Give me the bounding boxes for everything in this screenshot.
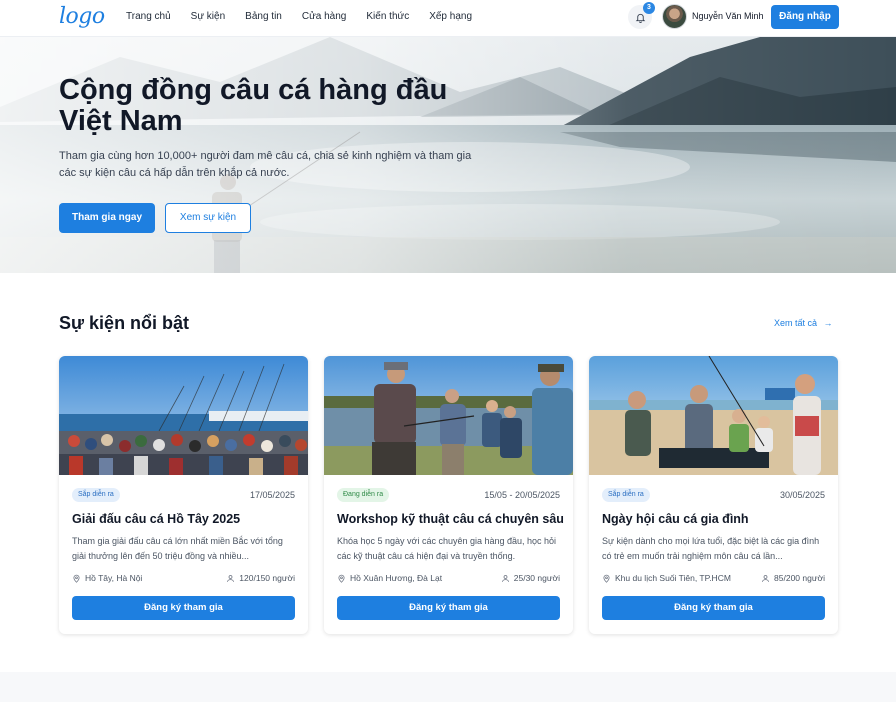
- menu-item-home[interactable]: Trang chủ: [126, 11, 171, 22]
- event-description: Khóa học 5 ngày với các chuyên gia hàng …: [337, 536, 557, 561]
- event-participants: 85/200 người: [761, 573, 825, 583]
- notification-badge: 3: [643, 2, 655, 14]
- section-title: Sự kiện nổi bật: [59, 313, 190, 333]
- hero-title: Cộng đồng câu cá hàng đầu Việt Nam: [59, 74, 448, 137]
- hero-banner: Cộng đồng câu cá hàng đầu Việt Nam Tham …: [0, 37, 896, 273]
- event-location: Hồ Xuân Hương, Đà Lạt: [337, 573, 442, 583]
- event-date: 30/05/2025: [779, 490, 825, 500]
- status-badge: Đang diễn ra: [337, 488, 390, 502]
- participants-text: 120/150 người: [239, 573, 295, 583]
- workshop-image: [324, 356, 573, 475]
- event-card[interactable]: Đang diễn ra 15/05 - 20/05/2025 Workshop…: [324, 356, 573, 634]
- event-date: 17/05/2025: [249, 490, 295, 500]
- site-logo[interactable]: logo: [59, 4, 105, 29]
- event-title[interactable]: Ngày hội câu cá gia đình: [602, 512, 749, 526]
- location-pin-icon: [603, 574, 610, 583]
- menu-item-feed[interactable]: Bảng tin: [245, 11, 282, 22]
- status-badge: Sắp diễn ra: [72, 488, 120, 502]
- event-image: [324, 356, 573, 475]
- user-name[interactable]: Nguyễn Văn Minh: [692, 11, 764, 21]
- footer-band: [0, 672, 896, 702]
- participants-text: 25/30 người: [513, 573, 560, 583]
- location-text: Khu du lịch Suối Tiên, TP.HCM: [615, 573, 731, 583]
- event-title[interactable]: Giải đấu câu cá Hồ Tây 2025: [72, 512, 240, 526]
- hero-subtitle: Tham gia cùng hơn 10,000+ người đam mê c…: [59, 150, 472, 179]
- event-image: [589, 356, 838, 475]
- event-description: Tham gia giải đấu câu cá lớn nhất miền B…: [72, 536, 283, 561]
- event-description: Sự kiện dành cho mọi lứa tuổi, đặc biệt …: [602, 536, 820, 561]
- event-card[interactable]: Sắp diễn ra 17/05/2025 Giải đấu câu cá H…: [59, 356, 308, 634]
- see-all-label: Xem tất cả: [774, 318, 818, 328]
- bell-icon: [635, 13, 645, 23]
- location-text: Hồ Xuân Hương, Đà Lạt: [350, 573, 443, 583]
- menu-item-shop[interactable]: Cửa hàng: [302, 11, 347, 22]
- menu-item-knowledge[interactable]: Kiến thức: [366, 11, 409, 22]
- see-all-link[interactable]: Xem tất cả →: [774, 318, 833, 328]
- status-badge: Sắp diễn ra: [602, 488, 650, 502]
- register-button[interactable]: Đăng ký tham gia: [602, 596, 825, 620]
- event-date: 15/05 - 20/05/2025: [484, 490, 560, 500]
- event-participants: 25/30 người: [501, 573, 560, 583]
- user-avatar[interactable]: [662, 4, 687, 29]
- event-image: [59, 356, 308, 475]
- location-text: Hồ Tây, Hà Nội: [85, 573, 143, 583]
- tournament-crowd-image: [59, 356, 308, 475]
- login-button[interactable]: Đăng nhập: [771, 5, 839, 29]
- user-icon: [762, 574, 769, 582]
- event-title[interactable]: Workshop kỹ thuật câu cá chuyên sâu: [337, 512, 564, 526]
- event-location: Hồ Tây, Hà Nội: [72, 573, 142, 583]
- user-icon: [501, 574, 509, 582]
- menu-item-ranking[interactable]: Xếp hạng: [429, 11, 472, 22]
- event-participants: 120/150 người: [226, 573, 295, 583]
- location-pin-icon: [73, 574, 80, 583]
- event-location: Khu du lịch Suối Tiên, TP.HCM: [602, 573, 731, 583]
- participants-text: 85/200 người: [774, 573, 825, 583]
- arrow-right-icon: →: [823, 318, 833, 328]
- view-events-button[interactable]: Xem sự kiện: [165, 203, 251, 233]
- family-fishing-image: [589, 356, 838, 475]
- top-navbar: logo Trang chủ Sự kiện Bảng tin Cửa hàng…: [0, 0, 896, 37]
- main-menu: Trang chủ Sự kiện Bảng tin Cửa hàng Kiến…: [126, 11, 492, 22]
- event-card[interactable]: Sắp diễn ra 30/05/2025 Ngày hội câu cá g…: [589, 356, 838, 634]
- user-icon: [227, 574, 235, 582]
- location-pin-icon: [338, 574, 345, 583]
- join-now-button[interactable]: Tham gia ngay: [59, 203, 155, 233]
- register-button[interactable]: Đăng ký tham gia: [72, 596, 295, 620]
- menu-item-events[interactable]: Sự kiện: [191, 11, 226, 22]
- register-button[interactable]: Đăng ký tham gia: [337, 596, 560, 620]
